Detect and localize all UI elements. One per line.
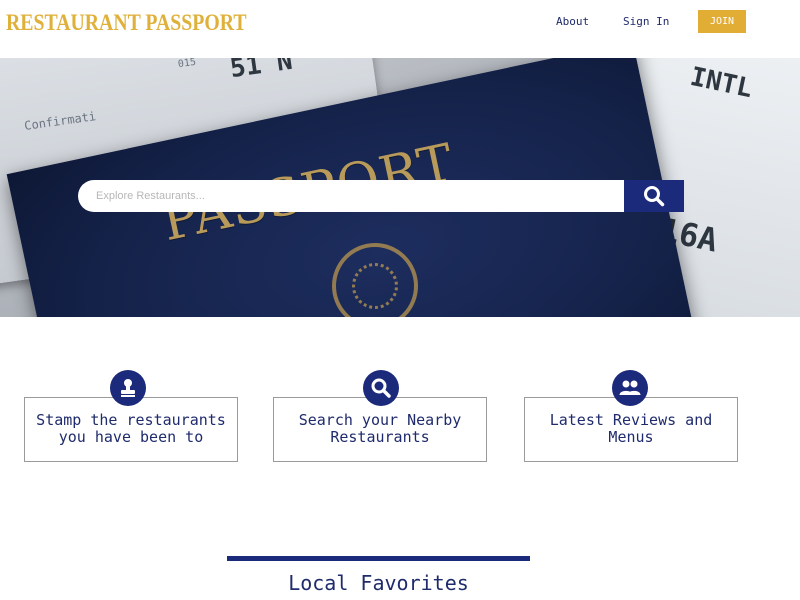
feature-card-reviews[interactable]: Latest Reviews and Menus — [524, 397, 738, 462]
brand-logo[interactable]: RESTAURANT PASSPORT — [6, 10, 247, 36]
section-divider — [227, 556, 530, 561]
feature-card-text: Stamp the restaurants you have been to — [36, 411, 226, 446]
local-favorites-heading: Local Favorites — [288, 571, 469, 595]
feature-card-search[interactable]: Search your Nearby Restaurants — [273, 397, 487, 462]
site-header: RESTAURANT PASSPORT About Sign In JOIN — [0, 0, 800, 58]
feature-card-stamp[interactable]: Stamp the restaurants you have been to — [24, 397, 238, 462]
nav-sign-in-link[interactable]: Sign In — [623, 15, 669, 28]
restaurant-search-input[interactable] — [78, 180, 624, 212]
users-icon — [612, 370, 648, 406]
restaurant-search-bar — [78, 180, 684, 212]
search-icon — [363, 370, 399, 406]
stamp-icon — [110, 370, 146, 406]
join-button[interactable]: JOIN — [698, 10, 746, 33]
passport-seal-inner — [352, 263, 398, 309]
search-submit-button[interactable] — [624, 180, 684, 212]
nav-about-link[interactable]: About — [556, 15, 589, 28]
feature-card-text: Search your Nearby Restaurants — [298, 411, 462, 446]
hero-banner: 015 51 N Confirmati INTL AT 16A PASSPORT — [0, 58, 800, 317]
search-icon — [644, 186, 665, 207]
feature-card-text: Latest Reviews and Menus — [549, 411, 713, 446]
